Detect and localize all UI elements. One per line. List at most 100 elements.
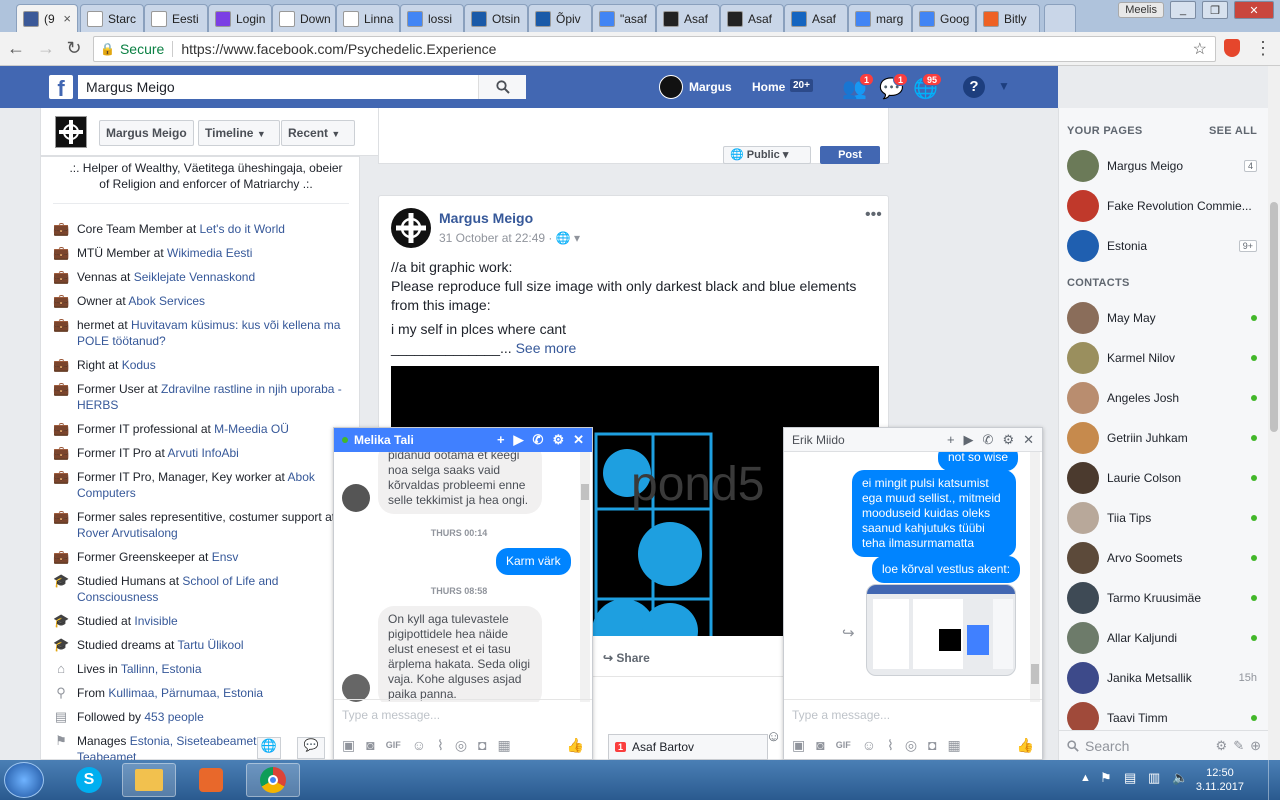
browser-tab[interactable]: Goog (912, 4, 976, 32)
your-page-item[interactable]: Margus Meigo 4 (1067, 148, 1257, 184)
browser-tab[interactable]: (9 × (16, 4, 78, 32)
add-people-icon[interactable]: + (497, 432, 505, 448)
flag-icon[interactable]: ⚑ (1100, 770, 1112, 786)
contact-item[interactable]: Getriin Juhkam (1067, 420, 1257, 456)
settings-gear-icon[interactable]: ⚙ (1216, 738, 1228, 754)
media-player-icon[interactable] (184, 763, 238, 797)
skype-icon[interactable]: S (62, 763, 116, 797)
intro-link[interactable]: Invisible (134, 614, 177, 628)
bookmark-star-icon[interactable]: ☆ (1193, 39, 1207, 59)
contacts-search[interactable]: Search ⚙ ✎ ⊕ (1059, 730, 1269, 760)
back-icon[interactable]: ← (6, 38, 26, 59)
minimize-icon[interactable]: _ (1170, 1, 1196, 19)
chat-contact-name[interactable]: Erik Miido (792, 433, 845, 447)
attachment-icon[interactable]: ⌇ (887, 737, 894, 754)
profile-thumbnail[interactable] (55, 116, 87, 148)
gif-icon[interactable]: GIF (836, 740, 851, 750)
close-chat-icon[interactable]: ✕ (1023, 432, 1034, 448)
browser-tab[interactable]: Login (208, 4, 272, 32)
contact-item[interactable]: Janika Metsallik 15h (1067, 660, 1257, 696)
browser-tab[interactable]: Asaf (720, 4, 784, 32)
chat-header[interactable]: Erik Miido + ▶ ✆ ⚙ ✕ (784, 428, 1042, 452)
author-avatar[interactable] (391, 208, 431, 248)
shared-screenshot-thumbnail[interactable] (866, 584, 1016, 676)
browser-tab[interactable]: lossi (400, 4, 464, 32)
message-input[interactable]: Type a message... (334, 699, 592, 731)
your-page-item[interactable]: Estonia 9+ (1067, 228, 1257, 264)
share-button[interactable]: ↪ Share (603, 651, 650, 665)
timeline-button[interactable]: Timeline ▼ (198, 120, 280, 146)
secure-indicator[interactable]: 🔒 Secure (94, 41, 164, 57)
sticker-icon[interactable]: ◙ (366, 737, 374, 753)
create-group-icon[interactable]: ⊕ (1250, 738, 1261, 754)
browser-tab[interactable]: Down (272, 4, 336, 32)
browser-tab[interactable]: Eesti (144, 4, 208, 32)
facebook-search-input[interactable]: Margus Meigo (78, 75, 526, 99)
intro-link[interactable]: Let's do it World (200, 222, 285, 236)
post-options-icon[interactable]: ••• (865, 206, 882, 224)
close-window-icon[interactable]: ✕ (1234, 1, 1274, 19)
chat-bubbles-icon[interactable]: 💬 (297, 737, 325, 759)
close-tab-icon[interactable]: × (59, 11, 71, 26)
emoji-icon[interactable]: ☺ (862, 737, 876, 753)
photo-icon[interactable]: ▣ (792, 737, 805, 754)
maximize-icon[interactable]: ❐ (1202, 1, 1228, 19)
contact-item[interactable]: Karmel Nilov (1067, 340, 1257, 376)
globe-icon[interactable]: 🌐 (257, 737, 281, 759)
network-icon[interactable]: ▥ (1148, 770, 1160, 786)
contact-item[interactable]: Allar Kaljundi (1067, 620, 1257, 656)
chat-tab-asaf[interactable]: 1 Asaf Bartov (608, 734, 768, 760)
post-timestamp[interactable]: 31 October at 22:49 · 🌐 ▾ (439, 231, 580, 245)
system-clock[interactable]: 12:50 3.11.2017 (1196, 766, 1244, 794)
intro-link[interactable]: Wikimedia Eesti (167, 246, 252, 260)
intro-link[interactable]: Seiklejate Vennaskond (134, 270, 255, 284)
intro-link[interactable]: Tartu Ülikool (178, 638, 244, 652)
new-tab-button[interactable] (1044, 4, 1076, 32)
contact-item[interactable]: Arvo Soomets (1067, 540, 1257, 576)
see-all-link[interactable]: SEE ALL (1209, 125, 1257, 137)
see-more-link[interactable]: See more (516, 340, 577, 356)
calendar-icon[interactable]: ▦ (948, 737, 961, 754)
facebook-logo-icon[interactable]: f (49, 75, 73, 99)
chat-options-gear-icon[interactable]: ⚙ (1002, 432, 1014, 448)
profile-link[interactable]: Margus (689, 80, 732, 94)
start-button-icon[interactable] (4, 762, 44, 798)
intro-link[interactable]: Tallinn, Estonia (121, 662, 202, 676)
account-dropdown-icon[interactable]: ▼ (998, 79, 1010, 93)
voice-call-icon[interactable]: ✆ (533, 432, 544, 448)
intro-link[interactable]: Arvuti InfoAbi (167, 446, 238, 460)
gif-icon[interactable]: GIF (386, 740, 401, 750)
chat-scrollbar[interactable] (580, 452, 590, 702)
file-explorer-icon[interactable] (122, 763, 176, 797)
video-call-icon[interactable]: ▶ (514, 432, 524, 448)
contact-item[interactable]: May May (1067, 300, 1257, 336)
chat-contact-name[interactable]: Melika Tali (354, 433, 414, 447)
camera-icon[interactable]: ◘ (928, 737, 936, 753)
profile-name-button[interactable]: Margus Meigo (99, 120, 194, 146)
address-bar[interactable]: 🔒 Secure https://www.facebook.com/Psyche… (93, 36, 1216, 62)
camera-icon[interactable]: ◘ (478, 737, 486, 753)
emoji-icon[interactable]: ☺ (766, 728, 781, 745)
forward-icon[interactable]: → (36, 38, 56, 59)
page-scrollbar[interactable] (1268, 66, 1280, 760)
intro-link[interactable]: Abok Services (128, 294, 205, 308)
your-page-item[interactable]: Fake Revolution Commie... (1067, 188, 1257, 224)
browser-tab[interactable]: Linna (336, 4, 400, 32)
search-button[interactable] (478, 75, 526, 99)
game-icon[interactable]: ◎ (905, 737, 917, 754)
emoji-icon[interactable]: ☺ (412, 737, 426, 753)
chat-options-gear-icon[interactable]: ⚙ (552, 432, 564, 448)
browser-tab[interactable]: "asaf (592, 4, 656, 32)
intro-link[interactable]: Kullimaa, Pärnumaa, Estonia (108, 686, 263, 700)
recent-button[interactable]: Recent ▼ (281, 120, 355, 146)
chat-header[interactable]: Melika Tali + ▶ ✆ ⚙ ✕ (334, 428, 592, 452)
intro-link[interactable]: 453 people (144, 710, 203, 724)
managed-pages-link[interactable]: Estonia, Siseteabeamet (130, 734, 257, 748)
reload-icon[interactable]: ↻ (64, 38, 84, 59)
sticker-icon[interactable]: ◙ (816, 737, 824, 753)
browser-tab[interactable]: Starc (80, 4, 144, 32)
show-desktop-button[interactable] (1268, 760, 1280, 800)
tray-expand-icon[interactable]: ▲ (1080, 772, 1091, 784)
intro-link[interactable]: Ensv (212, 550, 239, 564)
forward-share-icon[interactable]: ↪ (842, 624, 855, 642)
